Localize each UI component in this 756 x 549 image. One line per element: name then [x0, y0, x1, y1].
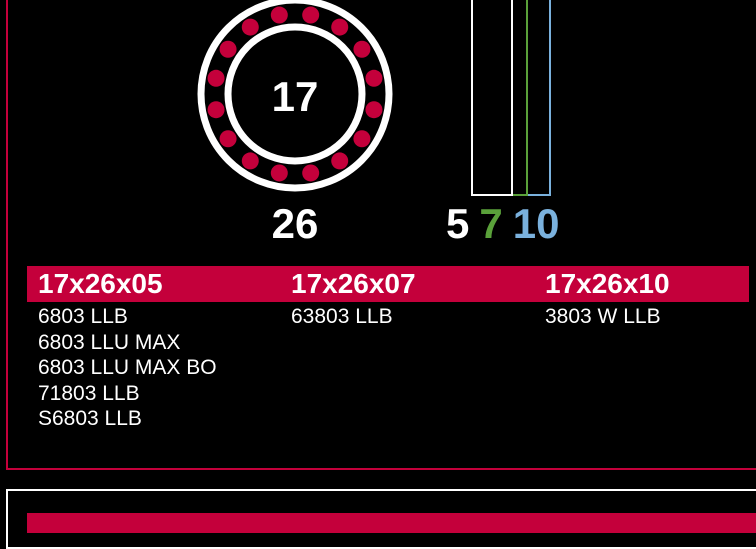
- part-item[interactable]: 71803 LLB: [38, 381, 217, 407]
- size-title: 17x26x07: [291, 268, 416, 299]
- part-item[interactable]: 6803 LLB: [38, 304, 217, 330]
- ball: [331, 18, 349, 36]
- ball: [219, 130, 237, 148]
- ball: [207, 69, 225, 87]
- ball: [270, 6, 288, 24]
- part-item[interactable]: 3803 W LLB: [545, 304, 670, 330]
- part-item[interactable]: 63803 LLB: [291, 304, 416, 330]
- size-title: 17x26x05: [38, 268, 163, 299]
- size-title: 17x26x10: [545, 268, 670, 299]
- width-outline-7: [471, 0, 528, 196]
- ball: [219, 40, 237, 58]
- part-item[interactable]: 6803 LLU MAX BO: [38, 355, 217, 381]
- bearing-diagram: [197, 0, 551, 196]
- outer-diameter-label: 26: [271, 200, 319, 247]
- ball: [302, 164, 320, 182]
- ball: [365, 69, 383, 87]
- ball: [207, 101, 225, 119]
- part-list: 6803 LLB 6803 LLU MAX 6803 LLU MAX BO 71…: [38, 304, 217, 432]
- size-column-05: 17x26x05 6803 LLB 6803 LLU MAX 6803 LLU …: [38, 266, 217, 432]
- ball: [241, 152, 259, 170]
- width-label-7: 7: [479, 200, 503, 247]
- ball: [302, 6, 320, 24]
- part-list: 63803 LLB: [291, 304, 416, 330]
- width-outline-5: [471, 0, 513, 196]
- ball: [241, 18, 259, 36]
- width-labels: 5 7 10: [446, 203, 569, 245]
- part-item[interactable]: S6803 LLB: [38, 406, 217, 432]
- bearing-width-view: [471, 0, 551, 196]
- size-column-10: 17x26x10 3803 W LLB: [545, 266, 670, 330]
- ball: [270, 164, 288, 182]
- size-column-07: 17x26x07 63803 LLB: [291, 266, 416, 330]
- ball: [353, 130, 371, 148]
- width-label-10: 10: [512, 200, 560, 247]
- ball: [365, 101, 383, 119]
- inner-diameter-label: 17: [271, 73, 319, 120]
- part-list: 3803 W LLB: [545, 304, 670, 330]
- ball: [331, 152, 349, 170]
- ball: [353, 40, 371, 58]
- width-label-5: 5: [446, 200, 470, 247]
- part-item[interactable]: 6803 LLU MAX: [38, 330, 217, 356]
